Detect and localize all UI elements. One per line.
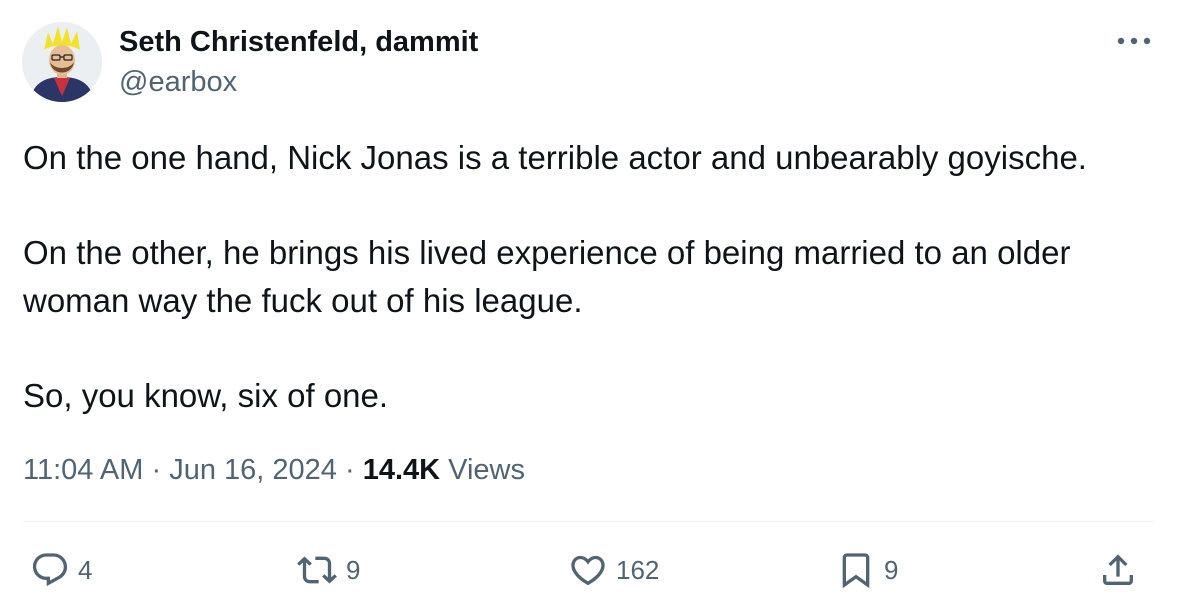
tweet-card: Seth Christenfeld, dammit @earbox On the… — [0, 0, 1182, 614]
like-count: 162 — [616, 554, 660, 585]
reply-button[interactable]: 4 — [30, 548, 92, 592]
tweet-paragraph: On the other, he brings his lived experi… — [23, 234, 1071, 319]
retweet-count: 9 — [346, 554, 361, 585]
avatar-image — [22, 22, 102, 102]
tweet-date[interactable]: Jun 16, 2024 — [169, 454, 337, 486]
tweet-time[interactable]: 11:04 AM — [23, 454, 143, 486]
more-horizontal-icon — [1117, 37, 1151, 45]
meta-separator: · — [344, 454, 355, 486]
bookmark-icon — [842, 553, 870, 589]
retweet-icon — [297, 556, 337, 584]
author-avatar[interactable] — [22, 22, 102, 102]
tweet-meta: 11:04 AM · Jun 16, 2024 · 14.4K Views — [23, 450, 525, 490]
divider — [23, 521, 1154, 522]
author-handle[interactable]: @earbox — [119, 64, 237, 100]
share-button[interactable] — [1098, 548, 1138, 592]
like-button[interactable]: 162 — [568, 548, 659, 592]
more-options-button[interactable] — [1112, 26, 1156, 56]
share-icon — [1103, 554, 1133, 585]
bookmark-button[interactable]: 9 — [836, 548, 898, 592]
tweet-paragraph: So, you know, six of one. — [23, 377, 389, 414]
views-count: 14.4K — [362, 454, 441, 486]
heart-icon — [571, 555, 605, 586]
retweet-button[interactable]: 9 — [296, 548, 360, 592]
meta-separator: · — [151, 454, 162, 486]
tweet-paragraph: On the one hand, Nick Jonas is a terribl… — [23, 139, 1087, 176]
reply-icon — [32, 553, 68, 587]
tweet-text: On the one hand, Nick Jonas is a terribl… — [23, 134, 1158, 420]
views-label: Views — [448, 454, 525, 486]
reply-count: 4 — [78, 554, 93, 585]
bookmark-count: 9 — [884, 554, 899, 585]
author-name[interactable]: Seth Christenfeld, dammit — [119, 24, 478, 60]
